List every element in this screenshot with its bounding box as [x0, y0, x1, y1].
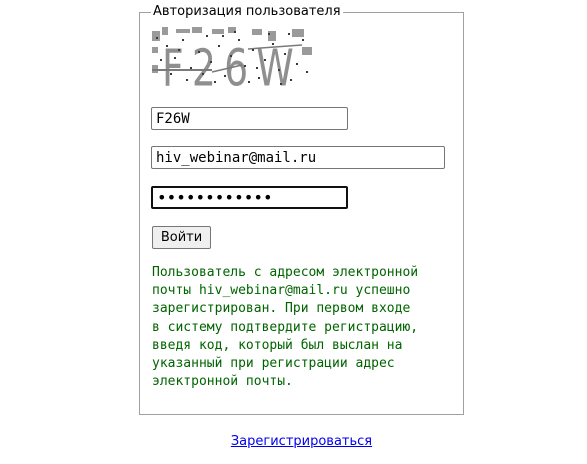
captcha-image: F26W: [152, 27, 312, 87]
login-button[interactable]: Войти: [152, 226, 211, 249]
auth-legend: Авторизация пользователя: [151, 3, 343, 21]
registration-success-message: Пользователь с адресом электронной почты…: [152, 265, 419, 390]
register-link-container: Зарегистрироваться: [0, 433, 587, 451]
password-field[interactable]: [151, 186, 348, 209]
register-link[interactable]: Зарегистрироваться: [231, 434, 372, 449]
email-field[interactable]: [151, 146, 445, 169]
captcha-input[interactable]: [151, 107, 348, 130]
